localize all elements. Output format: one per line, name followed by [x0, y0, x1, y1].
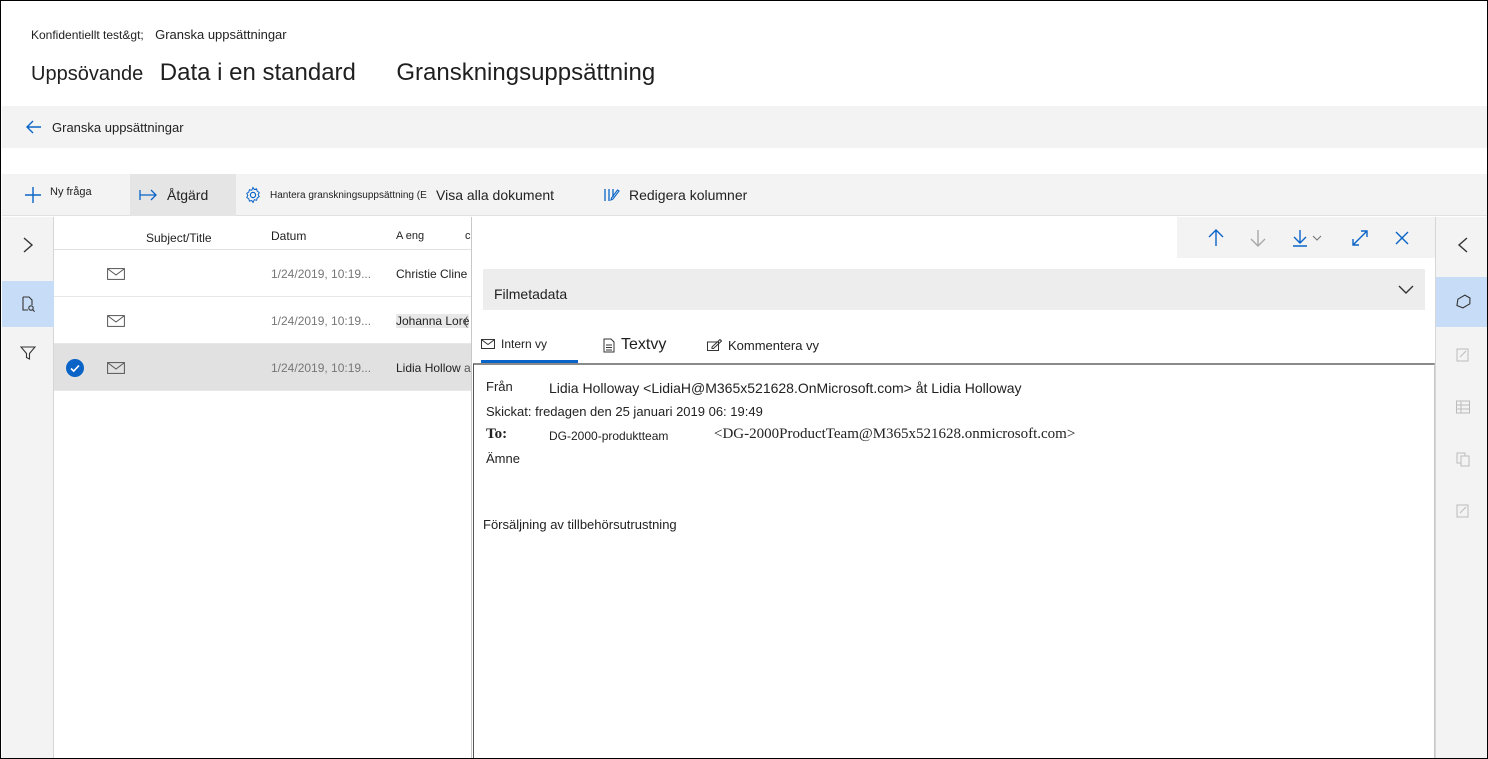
- column-header-subject[interactable]: Subject/Title: [146, 231, 212, 245]
- tab-annotate-label: Kommentera vy: [728, 337, 820, 353]
- viewer-nav-toolbar: [1177, 217, 1435, 258]
- row-from: Lidia Hollow: [396, 361, 461, 375]
- breadcrumb: Konfidentiellt test&gt; Granska uppsättn…: [31, 27, 287, 42]
- new-query-button[interactable]: Ny fråga New query: [24, 174, 116, 216]
- rail-action-2[interactable]: [1436, 335, 1487, 375]
- tab-annotate-view[interactable]: Kommentera vy: [707, 327, 819, 363]
- row-from: Christie Cline: [396, 267, 468, 281]
- mail-icon: [107, 315, 125, 327]
- checkmark-icon: [70, 364, 80, 373]
- filter-button[interactable]: [2, 333, 54, 373]
- email-sent-line: Skickat: fredagen den 25 januari 2019 06…: [486, 404, 763, 419]
- tab-native-label: Intern vy: [501, 336, 548, 351]
- column-header-extra[interactable]: c: [465, 230, 471, 242]
- breadcrumb-current: Granska uppsättningar: [155, 27, 287, 42]
- arrow-up-icon[interactable]: [1205, 227, 1227, 249]
- arrow-down-icon[interactable]: [1247, 227, 1269, 249]
- filter-icon: [20, 346, 36, 360]
- plus-icon: [25, 187, 41, 203]
- table-row[interactable]: 1/24/2019, 10:19... Johanna Lore (: [54, 297, 471, 344]
- file-metadata-label: Filmetadata: [494, 286, 568, 302]
- new-query-label: Ny fråga: [50, 186, 92, 198]
- document-search-icon: [22, 296, 35, 312]
- document-edit-icon: [1456, 504, 1468, 518]
- close-icon[interactable]: [1391, 227, 1413, 249]
- table-row[interactable]: 1/24/2019, 10:19... Christie Cline: [54, 250, 471, 297]
- chevron-right-icon: [23, 237, 34, 253]
- breadcrumb-parent[interactable]: Konfidentiellt test&gt;: [31, 28, 144, 42]
- document-viewer: Filmetadata Intern vy Textvy Kommentera …: [473, 217, 1435, 758]
- edit-columns-button[interactable]: Redigera kolumner: [603, 174, 747, 216]
- tag-button[interactable]: [1436, 277, 1487, 327]
- tab-text-label: Textvy: [621, 336, 667, 353]
- email-document: Från Lidia Holloway <LidiaH@M365x521628.…: [473, 363, 1435, 758]
- arrow-right-bar-icon: [139, 189, 157, 201]
- mail-icon: [481, 338, 495, 349]
- tag-icon: [1455, 294, 1470, 309]
- chevron-left-icon: [1457, 237, 1467, 253]
- manage-label: Hantera granskningsuppsättning (E: [270, 189, 427, 201]
- expand-panel-button[interactable]: [2, 225, 54, 265]
- edit-columns-label: Redigera kolumner: [629, 187, 748, 203]
- document-list: Subject/Title Datum A eng c 1/24/2019, 1…: [54, 217, 472, 758]
- gear-icon: [246, 186, 260, 204]
- action-button[interactable]: Åtgärd: [130, 174, 236, 216]
- copy-icon: [1456, 452, 1469, 467]
- collapse-pane-button[interactable]: [1436, 225, 1487, 265]
- app-window: Konfidentiellt test&gt; Granska uppsättn…: [0, 0, 1488, 759]
- mail-icon: [107, 362, 125, 374]
- tab-text-view[interactable]: Textvy: [603, 327, 666, 363]
- page-title: Uppsövande Data i en standard Granskning…: [31, 59, 655, 91]
- back-bar: Granska uppsättningar: [2, 106, 1487, 148]
- chevron-down-icon: [1398, 285, 1414, 294]
- page-title-part2: Data i en standard: [159, 59, 356, 86]
- row-date: 1/24/2019, 10:19...: [271, 314, 372, 328]
- row-extra: a: [464, 361, 471, 375]
- arrow-left-icon[interactable]: [24, 117, 44, 137]
- table-row-selected[interactable]: 1/24/2019, 10:19... Lidia Hollow a: [54, 344, 471, 391]
- column-header-date[interactable]: Datum: [271, 229, 306, 243]
- email-to-label: To:: [486, 426, 508, 442]
- left-rail: [2, 217, 54, 758]
- manage-review-set-button[interactable]: Hantera granskningsuppsättning (E: [244, 174, 427, 216]
- document-edit-icon: [1456, 348, 1468, 362]
- expand-icon[interactable]: [1349, 227, 1371, 249]
- page-title-part1: Uppsövande: [31, 63, 144, 85]
- file-metadata-section[interactable]: Filmetadata: [483, 269, 1425, 310]
- table-icon: [1455, 400, 1470, 414]
- document-text-icon: [603, 338, 615, 352]
- email-subject-label: Ämne: [486, 451, 520, 466]
- show-all-label: Visa alla dokument: [436, 187, 555, 203]
- back-link[interactable]: Granska uppsättningar: [52, 120, 184, 135]
- page-title-part3: Granskningsuppsättning: [396, 59, 656, 86]
- email-from-label: Från: [486, 379, 513, 394]
- list-header: Subject/Title Datum A eng c: [54, 217, 471, 250]
- viewer-tabs: Intern vy Textvy Kommentera vy: [473, 327, 1435, 363]
- action-label: Åtgärd: [167, 187, 209, 203]
- email-body: Försäljning av tillbehörsutrustning: [483, 517, 677, 532]
- edit-columns-icon: [604, 189, 620, 202]
- email-from-value: Lidia Holloway <LidiaH@M365x521628.OnMic…: [549, 380, 1022, 396]
- email-to-address: <DG-2000ProductTeam@M365x521628.onmicros…: [714, 426, 1076, 442]
- command-toolbar: Ny fråga New query Åtgärd Hantera gransk…: [2, 174, 1487, 216]
- documents-button[interactable]: [2, 281, 54, 327]
- rail-action-3[interactable]: [1436, 387, 1487, 427]
- row-checkbox[interactable]: [66, 359, 84, 377]
- annotate-icon: [707, 339, 722, 351]
- tab-native-view[interactable]: Intern vy: [481, 327, 578, 363]
- right-rail: [1435, 217, 1487, 758]
- rail-action-5[interactable]: [1436, 491, 1487, 531]
- download-icon[interactable]: [1289, 227, 1323, 249]
- show-all-documents-button[interactable]: Visa alla dokument: [436, 174, 554, 216]
- email-to-name: DG-2000-produktteam: [549, 429, 669, 443]
- mail-icon: [107, 268, 125, 280]
- column-header-author[interactable]: A eng: [396, 230, 424, 242]
- row-extra: (: [464, 314, 468, 328]
- row-from: Johanna Lore: [396, 314, 470, 328]
- row-date: 1/24/2019, 10:19...: [271, 267, 372, 281]
- row-date: 1/24/2019, 10:19...: [271, 361, 372, 375]
- rail-action-4[interactable]: [1436, 439, 1487, 479]
